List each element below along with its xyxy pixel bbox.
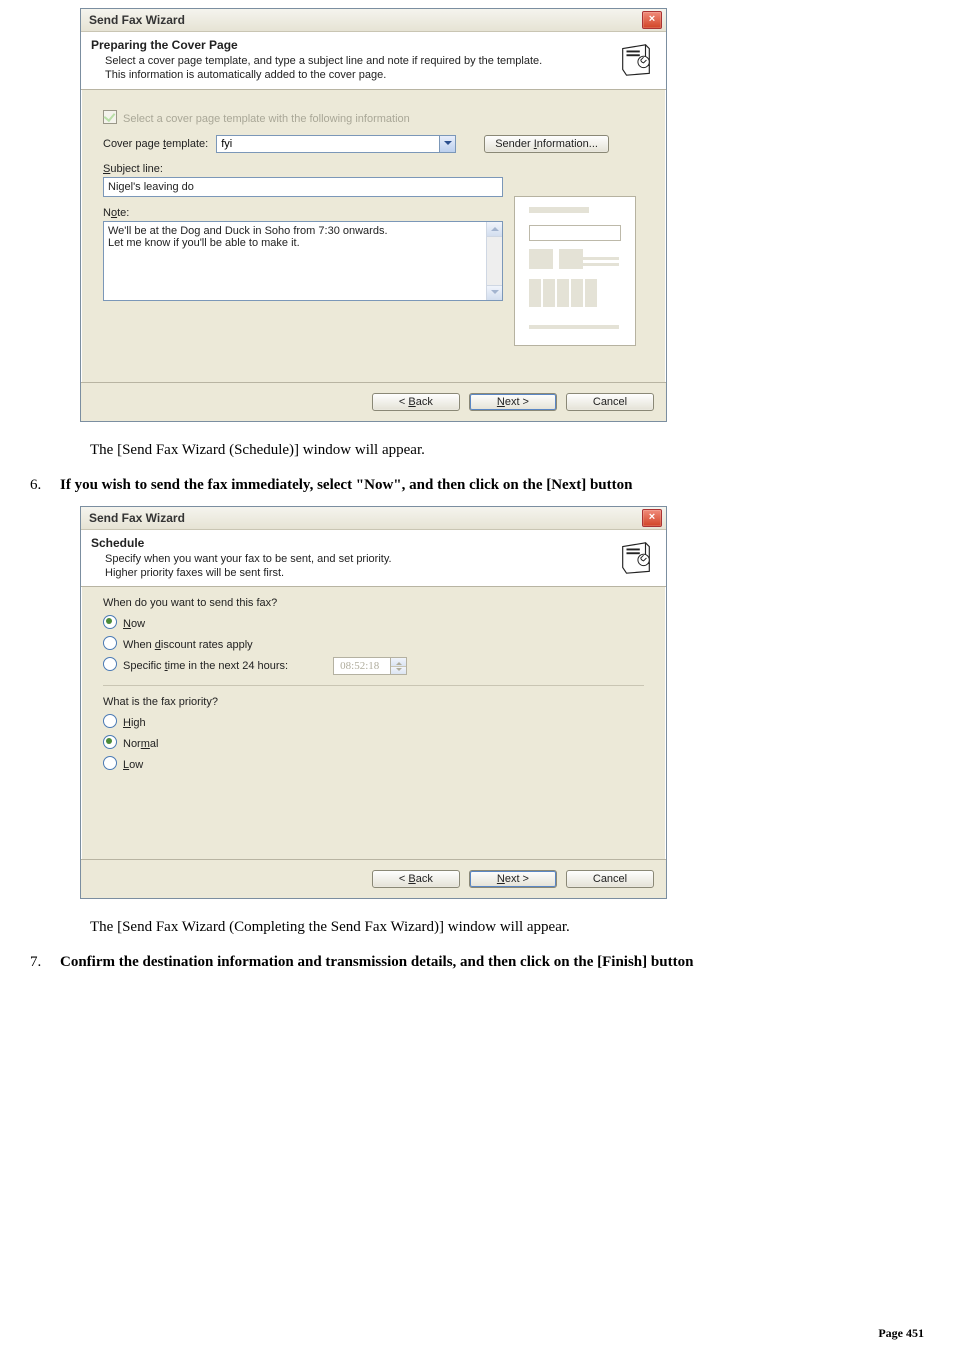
radio-icon [103, 636, 117, 650]
next-button[interactable]: Next > [469, 870, 557, 888]
step-7: 7. Confirm the destination information a… [30, 954, 924, 971]
radio-icon [103, 756, 117, 770]
wizard-buttons: < Back Next > Cancel [81, 859, 666, 898]
fax-icon [616, 538, 656, 578]
subject-line-input[interactable]: Nigel's leaving do [103, 177, 503, 197]
cover-page-template-value[interactable] [216, 135, 456, 153]
window-title: Send Fax Wizard [89, 511, 642, 525]
time-spinner [391, 657, 407, 675]
step-6: 6. If you wish to send the fax immediate… [30, 477, 924, 494]
wizard-schedule: Send Fax Wizard × Schedule Specify when … [80, 506, 667, 900]
wizard-buttons: < Back Next > Cancel [81, 382, 666, 421]
spin-up-icon [391, 658, 406, 667]
radio-icon [103, 714, 117, 728]
close-icon[interactable]: × [642, 509, 662, 527]
header-subtitle: Specify when you want your fax to be sen… [105, 552, 616, 581]
cover-page-template-combo[interactable] [216, 135, 456, 153]
page-number: Page 451 [878, 1326, 924, 1341]
note-input[interactable]: We'll be at the Dog and Duck in Soho fro… [103, 221, 503, 301]
body-text: The [Send Fax Wizard (Completing the Sen… [90, 919, 924, 936]
option-normal[interactable]: Normal [103, 735, 644, 750]
select-template-checkbox[interactable]: Select a cover page template with the fo… [103, 110, 644, 125]
wizard-header: Schedule Specify when you want your fax … [81, 530, 666, 588]
separator [103, 685, 644, 686]
fax-icon [616, 40, 656, 80]
option-discount[interactable]: When discount rates apply [103, 636, 644, 651]
option-specific-time[interactable]: Specific time in the next 24 hours: [103, 657, 644, 675]
cover-page-template-label: Cover page template: [103, 138, 208, 150]
cover-page-preview [514, 196, 636, 346]
radio-selected-icon [103, 735, 117, 749]
scroll-up-icon[interactable] [487, 222, 502, 237]
next-button[interactable]: Next > [469, 393, 557, 411]
cancel-button[interactable]: Cancel [566, 870, 654, 888]
wizard-body: Select a cover page template with the fo… [81, 90, 666, 382]
chevron-down-icon[interactable] [439, 136, 455, 152]
radio-icon [103, 657, 117, 671]
sender-information-button[interactable]: Sender Information... [484, 135, 609, 153]
titlebar: Send Fax Wizard × [81, 507, 666, 530]
scrollbar[interactable] [486, 222, 502, 300]
note-label: Note: [103, 207, 129, 219]
back-button[interactable]: < Back [372, 870, 460, 888]
titlebar: Send Fax Wizard × [81, 9, 666, 32]
wizard-cover-page: Send Fax Wizard × Preparing the Cover Pa… [80, 8, 667, 422]
cancel-button[interactable]: Cancel [566, 393, 654, 411]
body-text: The [Send Fax Wizard (Schedule)] window … [90, 442, 924, 459]
option-high[interactable]: High [103, 714, 644, 729]
when-question: When do you want to send this fax? [103, 597, 644, 609]
option-low[interactable]: Low [103, 756, 644, 771]
spin-down-icon [391, 667, 406, 675]
close-icon[interactable]: × [642, 11, 662, 29]
priority-question: What is the fax priority? [103, 696, 644, 708]
back-button[interactable]: < Back [372, 393, 460, 411]
scroll-down-icon[interactable] [487, 285, 502, 300]
window-title: Send Fax Wizard [89, 13, 642, 27]
header-subtitle: Select a cover page template, and type a… [105, 54, 616, 83]
header-title: Preparing the Cover Page [91, 38, 616, 52]
radio-selected-icon [103, 615, 117, 629]
option-now[interactable]: Now [103, 615, 644, 630]
wizard-body: When do you want to send this fax? Now W… [81, 587, 666, 859]
wizard-header: Preparing the Cover Page Select a cover … [81, 32, 666, 90]
subject-line-label: Subject line: [103, 163, 163, 175]
header-title: Schedule [91, 536, 616, 550]
checkbox-icon [103, 110, 117, 124]
specific-time-input [333, 657, 391, 675]
